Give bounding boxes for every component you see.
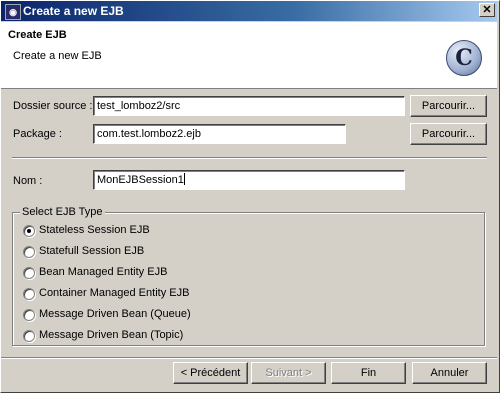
footer-separator bbox=[1, 357, 497, 359]
radio-label: Statefull Session EJB bbox=[39, 245, 145, 257]
next-button[interactable]: Suivant > bbox=[251, 362, 326, 384]
radio-button[interactable] bbox=[23, 267, 35, 279]
header-description: Create a new EJB bbox=[13, 50, 102, 62]
radio-label: Bean Managed Entity EJB bbox=[39, 266, 168, 278]
radio-button[interactable] bbox=[23, 309, 35, 321]
radio-label: Stateless Session EJB bbox=[39, 224, 150, 236]
close-icon[interactable]: ✕ bbox=[479, 3, 495, 17]
text-caret bbox=[183, 173, 185, 185]
back-button[interactable]: < Précédent bbox=[173, 362, 248, 384]
radio-button[interactable] bbox=[23, 288, 35, 300]
wizard-badge-icon: C bbox=[446, 40, 482, 76]
radio-selected-dot bbox=[27, 229, 31, 233]
radio-label: Container Managed Entity EJB bbox=[39, 287, 190, 299]
source-folder-label: Dossier source : bbox=[13, 100, 93, 112]
radio-button[interactable] bbox=[23, 225, 35, 237]
window-title: Create a new EJB bbox=[23, 4, 124, 18]
name-label: Nom : bbox=[13, 175, 43, 187]
cancel-button[interactable]: Annuler bbox=[412, 362, 487, 384]
wizard-header: Create EJB Create a new EJB C bbox=[1, 22, 497, 89]
finish-button[interactable]: Fin bbox=[331, 362, 406, 384]
form-separator bbox=[12, 157, 487, 159]
radio-button[interactable] bbox=[23, 246, 35, 258]
radio-label: Message Driven Bean (Queue) bbox=[39, 308, 191, 320]
source-browse-button[interactable]: Parcourir... bbox=[410, 95, 487, 117]
radio-button[interactable] bbox=[23, 330, 35, 342]
package-label: Package : bbox=[13, 128, 62, 140]
source-folder-input[interactable]: test_lomboz2/src bbox=[93, 96, 405, 116]
header-title: Create EJB bbox=[8, 29, 67, 41]
package-browse-button[interactable]: Parcourir... bbox=[410, 123, 487, 145]
name-input-value: MonEJBSession1 bbox=[97, 174, 184, 186]
package-input[interactable]: com.test.lomboz2.ejb bbox=[93, 124, 346, 144]
radio-label: Message Driven Bean (Topic) bbox=[39, 329, 184, 341]
eclipse-app-icon: ◉ bbox=[5, 4, 21, 20]
title-bar[interactable]: ◉ Create a new EJB ✕ bbox=[1, 1, 497, 21]
ejb-type-legend: Select EJB Type bbox=[20, 206, 105, 218]
name-input[interactable]: MonEJBSession1 bbox=[93, 170, 405, 190]
